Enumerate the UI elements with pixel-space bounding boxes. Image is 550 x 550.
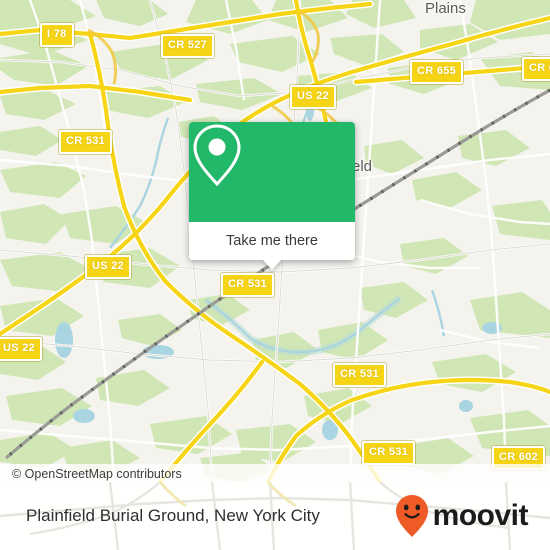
popup-pointer-tail: [262, 259, 282, 270]
road-shield-cr531-d[interactable]: CR 531: [362, 441, 416, 465]
popup-body: Take me there: [189, 122, 355, 260]
footer-bar: Plainfield Burial Ground, New York City …: [0, 482, 550, 550]
moovit-wordmark: moovit: [432, 499, 529, 532]
road-shield-cr6[interactable]: CR 6: [522, 57, 550, 81]
road-shield-cr531-c[interactable]: CR 531: [333, 363, 387, 387]
road-shield-us22-c[interactable]: US 22: [0, 337, 43, 361]
road-shield-i78[interactable]: I 78: [40, 23, 74, 47]
moovit-smiley-pin-icon: [395, 495, 428, 537]
place-label-plains: Plains: [425, 0, 466, 17]
attribution-bar: © OpenStreetMap contributors: [0, 464, 550, 482]
map-pin-icon: [193, 124, 241, 187]
road-shield-cr531-a[interactable]: CR 531: [59, 130, 113, 154]
take-me-there-button[interactable]: Take me there: [189, 222, 355, 260]
moovit-logo[interactable]: moovit: [395, 494, 550, 538]
popup-hero: [189, 122, 355, 222]
map-screenshot: I 78 CR 527 CR 655 CR 6 US 22 CR 531 US …: [0, 0, 550, 550]
road-shield-us22-b[interactable]: US 22: [85, 255, 132, 279]
map-canvas[interactable]: I 78 CR 527 CR 655 CR 6 US 22 CR 531 US …: [0, 0, 550, 482]
road-shield-cr531-b[interactable]: CR 531: [221, 273, 275, 297]
road-shield-us22-a[interactable]: US 22: [290, 85, 337, 109]
location-popup[interactable]: Take me there: [189, 122, 355, 270]
road-shield-cr655[interactable]: CR 655: [410, 60, 464, 84]
place-label-plainfield: eld: [352, 158, 373, 175]
attribution-text[interactable]: © OpenStreetMap contributors: [0, 467, 182, 481]
page-title: Plainfield Burial Ground, New York City: [26, 506, 320, 525]
road-shield-cr527[interactable]: CR 527: [161, 34, 215, 58]
